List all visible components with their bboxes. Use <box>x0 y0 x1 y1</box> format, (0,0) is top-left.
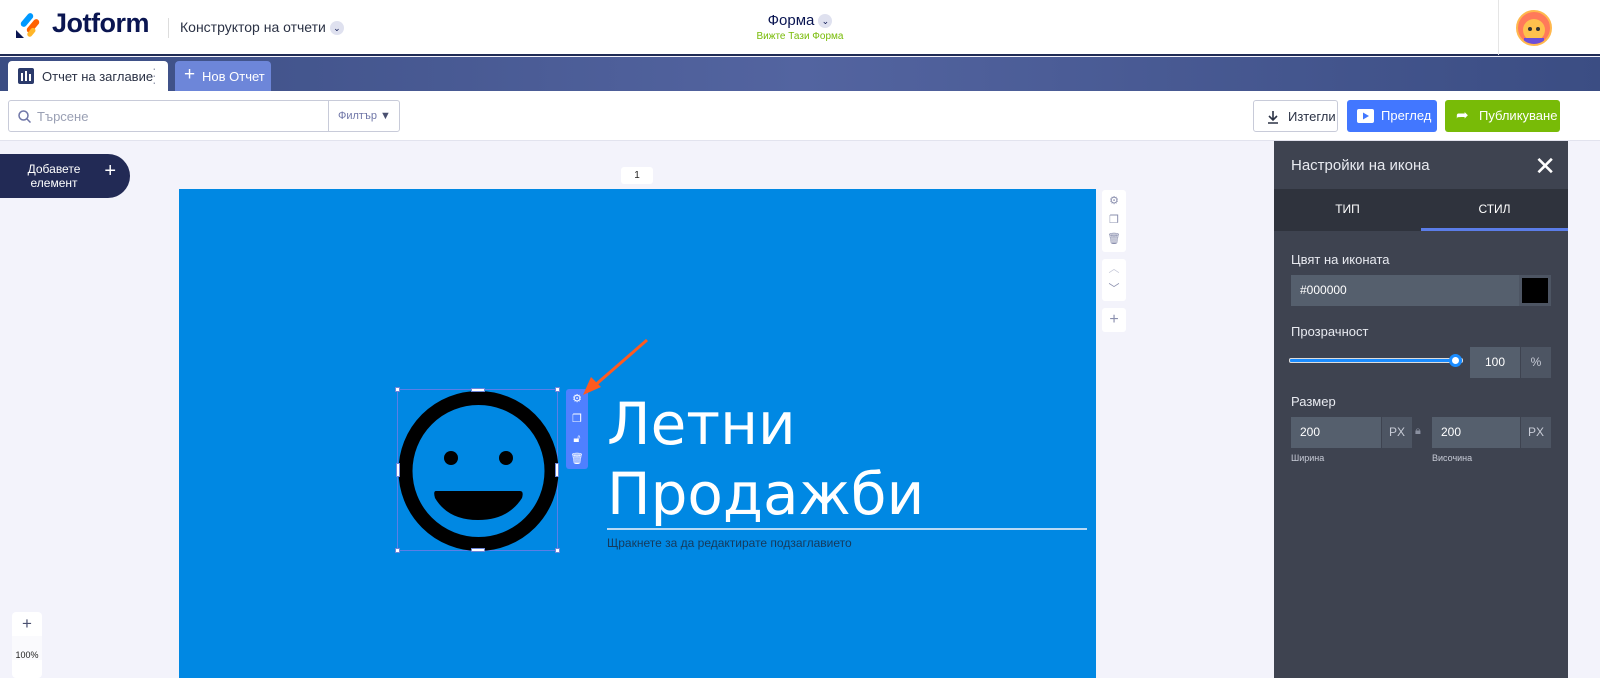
icon-settings-panel: Настройки на икона ✕ ТИП СТИЛ Цвят на ик… <box>1274 141 1568 678</box>
form-title: Форма <box>767 12 815 29</box>
zoom-control: + 100% <box>12 612 42 678</box>
tab-style[interactable]: СТИЛ <box>1421 190 1568 231</box>
preview-button[interactable]: Преглед <box>1347 100 1437 132</box>
close-icon[interactable]: ✕ <box>1534 151 1556 182</box>
jotform-logo[interactable]: Jotform <box>52 8 150 39</box>
add-element-label: Добавете елемент <box>27 162 81 190</box>
tab-type[interactable]: ТИП <box>1274 190 1421 231</box>
plus-icon: + <box>104 160 116 182</box>
add-page-button[interactable]: + <box>1102 308 1126 332</box>
delete-page-icon[interactable]: 🗑︎ <box>1102 230 1126 250</box>
annotation-arrow-icon <box>583 338 648 395</box>
lock-ratio-icon[interactable]: 🔒︎ <box>1415 425 1421 438</box>
report-page[interactable]: ⚙ ❐ 🔓︎ 🗑︎ Летни Продажби Щракнете за да р… <box>179 189 1096 678</box>
color-swatch[interactable] <box>1519 275 1551 306</box>
width-unit: PX <box>1381 417 1412 448</box>
page-number: 1 <box>621 167 653 184</box>
zoom-level: 100% <box>12 636 42 660</box>
opacity-input[interactable]: 100 <box>1470 347 1520 378</box>
height-input[interactable]: 200 <box>1432 417 1520 448</box>
width-input[interactable]: 200 <box>1291 417 1381 448</box>
plus-icon: + <box>184 64 196 85</box>
opacity-slider[interactable] <box>1289 358 1463 363</box>
report-icon <box>18 68 34 84</box>
builder-dropdown[interactable]: Конструктор на отчети ⌄ <box>180 19 344 35</box>
report-subtitle[interactable]: Щракнете за да редактирате подзаглавието <box>607 536 852 550</box>
height-unit: PX <box>1520 417 1551 448</box>
report-tabs: Отчет на заглавие · · · + Нов Отчет <box>0 57 1600 91</box>
zoom-in-button[interactable]: + <box>12 612 42 636</box>
opacity-label: Прозрачност <box>1291 324 1369 339</box>
trash-icon[interactable]: 🗑︎ <box>566 449 588 469</box>
width-label: Ширина <box>1291 453 1325 463</box>
smiley-icon <box>398 391 559 551</box>
opacity-unit: % <box>1520 347 1551 378</box>
move-down-icon[interactable]: ﹀ <box>1102 280 1126 301</box>
filter-button[interactable]: Филтър ▼ <box>328 101 399 131</box>
download-label: Изтегли <box>1288 109 1336 124</box>
report-title[interactable]: Летни Продажби <box>607 389 924 529</box>
search-icon <box>18 110 31 123</box>
publish-label: Публикуване <box>1479 108 1558 123</box>
title-line: Продажби <box>607 460 925 528</box>
icon-element-selected[interactable] <box>395 387 560 553</box>
duplicate-page-icon[interactable]: ❐ <box>1102 210 1126 230</box>
top-header: Jotform Конструктор на отчети ⌄ Форма ⌄ Ви… <box>0 0 1600 56</box>
divider <box>1498 0 1499 55</box>
move-up-icon[interactable]: ︿ <box>1102 259 1126 280</box>
icon-color-input[interactable]: #000000 <box>1291 275 1519 306</box>
height-label: Височина <box>1432 453 1473 463</box>
chevron-down-icon: ⌄ <box>818 14 833 28</box>
tab-title-report[interactable]: Отчет на заглавие · · · <box>8 61 168 91</box>
builder-label: Конструктор на отчети <box>180 19 326 35</box>
panel-title: Настройки на икона <box>1274 141 1568 190</box>
avatar-cat-icon <box>1523 19 1545 44</box>
divider <box>168 18 169 38</box>
download-icon <box>1268 111 1278 124</box>
form-dropdown[interactable]: Форма ⌄ <box>700 12 900 29</box>
toolbar: Филтър ▼ Изтегли Преглед ➦ Публикуване <box>0 91 1600 141</box>
share-arrow-icon: ➦ <box>1456 107 1469 124</box>
publish-button[interactable]: ➦ Публикуване <box>1445 100 1560 132</box>
element-controls: ⚙ ❐ 🔓︎ 🗑︎ <box>566 389 588 469</box>
page-settings-icon[interactable]: ⚙ <box>1102 190 1126 210</box>
page-controls: ⚙ ❐ 🗑︎ <box>1102 190 1126 252</box>
size-label: Размер <box>1291 394 1336 409</box>
chevron-down-icon: ⌄ <box>329 21 344 35</box>
opacity-slider-handle[interactable] <box>1449 354 1462 367</box>
icon-color-label: Цвят на иконата <box>1291 252 1390 267</box>
view-form-link[interactable]: Вижте Тази Форма <box>700 31 900 42</box>
unlock-icon[interactable]: 🔓︎ <box>566 429 588 449</box>
duplicate-icon[interactable]: ❐ <box>566 409 588 429</box>
more-options-icon[interactable]: · · · <box>152 61 157 89</box>
add-element-button[interactable]: Добавете елемент + <box>0 154 130 198</box>
new-report-button[interactable]: + Нов Отчет <box>175 61 271 91</box>
preview-label: Преглед <box>1381 108 1432 123</box>
title-line: Летни <box>607 390 796 458</box>
search-input[interactable] <box>37 101 327 131</box>
search-box: Филтър ▼ <box>8 100 400 132</box>
preview-icon <box>1357 109 1374 123</box>
new-report-label: Нов Отчет <box>202 69 265 84</box>
tab-label: Отчет на заглавие <box>42 69 154 84</box>
avatar[interactable] <box>1516 10 1552 46</box>
panel-scroll-area <box>1568 141 1600 678</box>
panel-tabs: ТИП СТИЛ <box>1274 190 1568 231</box>
filter-icon: ▼ <box>380 110 391 122</box>
download-button[interactable]: Изтегли <box>1253 100 1338 132</box>
page-order-controls: ︿ ﹀ <box>1102 259 1126 301</box>
title-divider <box>607 528 1087 530</box>
jotform-logo-icon <box>16 13 40 38</box>
filter-label: Филтър <box>338 110 377 122</box>
